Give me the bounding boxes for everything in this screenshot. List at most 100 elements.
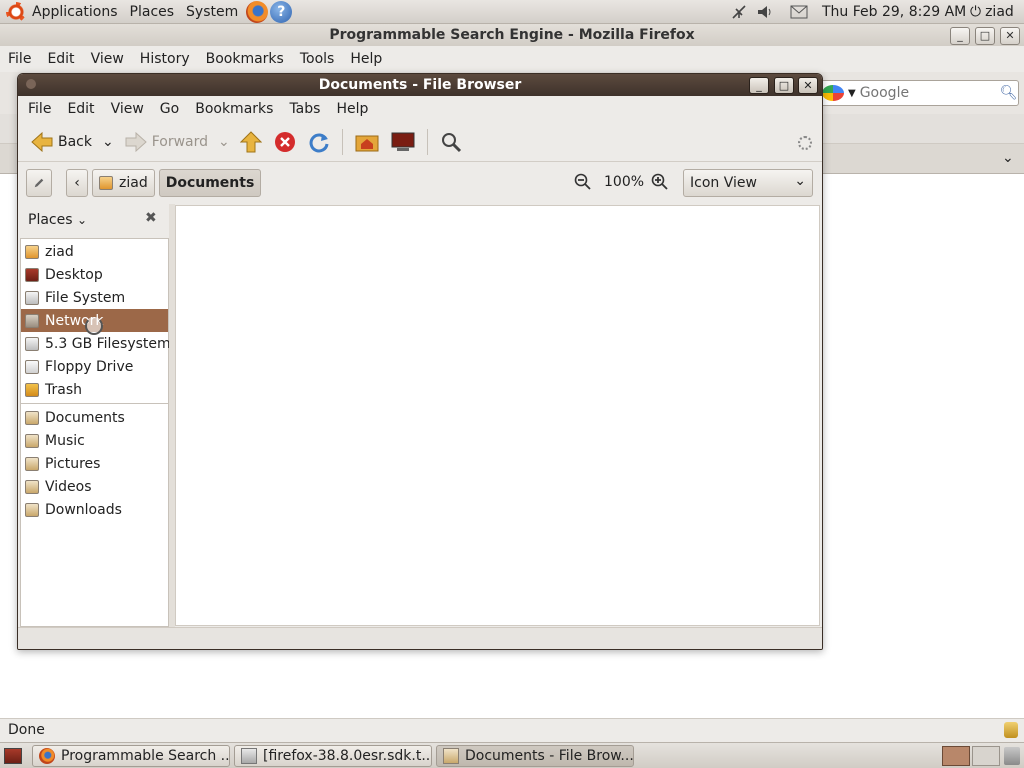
- place-item-5gb-filesystem[interactable]: 5.3 GB Filesystem: [21, 332, 171, 355]
- applications-menu[interactable]: Applications: [26, 0, 124, 24]
- firefox-status-text: Done: [8, 722, 45, 738]
- place-label: Trash: [45, 381, 82, 398]
- firefox-close-button[interactable]: ✕: [1000, 27, 1020, 45]
- search-magnifier-icon[interactable]: 🔍︎: [1000, 85, 1018, 101]
- bookmark-item-pictures[interactable]: Pictures: [21, 452, 168, 475]
- path-scroll-left-button[interactable]: ‹: [66, 169, 88, 197]
- place-item-floppy-drive[interactable]: Floppy Drive: [21, 355, 168, 378]
- desktop-icon: [25, 267, 39, 282]
- fb-menu-view[interactable]: View: [103, 101, 152, 117]
- google-engine-icon[interactable]: [822, 85, 844, 101]
- fb-menu-file[interactable]: File: [20, 101, 59, 117]
- volume-icon[interactable]: [756, 0, 774, 24]
- fb-maximize-button[interactable]: □: [774, 77, 794, 94]
- bookmark-item-documents[interactable]: Documents: [21, 406, 168, 429]
- zoom-out-button[interactable]: [574, 173, 592, 195]
- places-menu[interactable]: Places: [124, 0, 181, 24]
- search-button[interactable]: [434, 126, 468, 158]
- close-sidebar-icon[interactable]: ✖: [145, 210, 157, 226]
- tab-list-chevron-icon[interactable]: ⌄: [1002, 150, 1014, 166]
- firefox-maximize-button[interactable]: □: [975, 27, 995, 45]
- file-browser-title: Documents - File Browser: [318, 77, 522, 93]
- back-button[interactable]: Back: [24, 126, 98, 158]
- engine-dropdown-icon[interactable]: ▼: [848, 88, 856, 99]
- computer-button[interactable]: [385, 126, 421, 158]
- file-browser-titlebar[interactable]: Documents - File Browser: [18, 74, 822, 96]
- mail-icon[interactable]: [790, 0, 808, 24]
- top-panel: Applications Places System ? Thu Feb 29,…: [0, 0, 1024, 24]
- activity-throbber-icon: [798, 136, 812, 150]
- ff-menu-tools[interactable]: Tools: [292, 51, 343, 67]
- place-item-desktop[interactable]: Desktop: [21, 263, 168, 286]
- bookmark-item-downloads[interactable]: Downloads: [21, 498, 168, 521]
- zoom-in-button[interactable]: [651, 173, 669, 195]
- path-button-ziad[interactable]: ziad: [92, 169, 155, 197]
- home-folder-icon: [355, 135, 379, 151]
- sidebar-type-selector[interactable]: Places ⌄: [28, 212, 87, 228]
- file-browser-statusbar: [18, 627, 822, 649]
- bookmark-item-videos[interactable]: Videos: [21, 475, 168, 498]
- ff-menu-file[interactable]: File: [0, 51, 39, 67]
- firefox-titlebar: Programmable Search Engine - Mozilla Fir…: [0, 24, 1024, 46]
- stop-button[interactable]: [268, 126, 302, 158]
- firefox-launcher-icon[interactable]: [246, 0, 269, 23]
- forward-button[interactable]: Forward: [118, 126, 214, 158]
- system-menu[interactable]: System: [180, 0, 244, 24]
- window-menu-icon[interactable]: [26, 79, 36, 89]
- path-documents-label: Documents: [165, 175, 255, 191]
- reload-button[interactable]: [302, 126, 336, 158]
- trash-applet-icon[interactable]: [1004, 747, 1020, 765]
- bookmark-item-music[interactable]: Music: [21, 429, 168, 452]
- taskbar-label: [firefox-38.8.0esr.sdk.t...: [263, 747, 432, 764]
- user-name: ziad: [985, 4, 1014, 20]
- place-label: File System: [45, 289, 126, 306]
- firefox-minimize-button[interactable]: _: [950, 27, 970, 45]
- home-button[interactable]: [349, 126, 385, 158]
- computer-icon: [391, 132, 415, 151]
- user-menu[interactable]: ⏻ ziad: [970, 0, 1014, 24]
- fb-menu-tabs[interactable]: Tabs: [281, 101, 328, 117]
- google-search-box[interactable]: ▼ 🔍︎: [819, 80, 1019, 106]
- bookmark-label: Pictures: [45, 455, 101, 472]
- ff-menu-edit[interactable]: Edit: [39, 51, 82, 67]
- harddrive-icon: [25, 290, 39, 305]
- fb-minimize-button[interactable]: _: [749, 77, 769, 94]
- file-icon-view[interactable]: [175, 205, 820, 626]
- toggle-location-entry-button[interactable]: [26, 169, 52, 197]
- taskbar-item-firefox[interactable]: Programmable Search ...: [32, 744, 230, 767]
- google-search-input[interactable]: [859, 85, 1000, 101]
- place-item-ziad[interactable]: ziad: [21, 240, 168, 263]
- workspace-1[interactable]: [942, 746, 970, 766]
- fb-menu-go[interactable]: Go: [152, 101, 187, 117]
- workspace-2[interactable]: [972, 746, 1000, 766]
- ff-menu-view[interactable]: View: [83, 51, 132, 67]
- ff-menu-bookmarks[interactable]: Bookmarks: [198, 51, 292, 67]
- show-desktop-icon[interactable]: [4, 747, 22, 764]
- place-item-file-system[interactable]: File System: [21, 286, 168, 309]
- help-launcher-icon[interactable]: ?: [270, 0, 293, 23]
- view-mode-select[interactable]: Icon View ⌄: [683, 169, 813, 197]
- ff-menu-help[interactable]: Help: [342, 51, 390, 67]
- fb-menu-help[interactable]: Help: [328, 101, 376, 117]
- view-mode-label: Icon View: [690, 175, 757, 191]
- fb-close-button[interactable]: ✕: [798, 77, 818, 94]
- place-label: Floppy Drive: [45, 358, 134, 375]
- clock[interactable]: Thu Feb 29, 8:29 AM: [822, 0, 966, 24]
- ff-menu-history[interactable]: History: [132, 51, 198, 67]
- taskbar-item-file-browser[interactable]: Documents - File Brow...: [436, 744, 634, 767]
- fb-menu-bookmarks[interactable]: Bookmarks: [187, 101, 281, 117]
- zoom-in-icon: [651, 173, 668, 190]
- zoom-level[interactable]: 100%: [604, 174, 644, 190]
- network-status-icon[interactable]: [730, 0, 748, 24]
- sidebar-header: Places ⌄ ✖: [18, 204, 169, 236]
- place-item-trash[interactable]: Trash: [21, 378, 168, 401]
- zoom-out-icon: [574, 173, 591, 190]
- bottom-panel: Programmable Search ... [firefox-38.8.0e…: [0, 742, 1024, 768]
- forward-history-dropdown[interactable]: ⌄: [214, 126, 234, 158]
- back-history-dropdown[interactable]: ⌄: [98, 126, 118, 158]
- folder-icon: [443, 747, 459, 764]
- taskbar-item-archive[interactable]: [firefox-38.8.0esr.sdk.t...: [234, 744, 432, 767]
- path-button-documents[interactable]: Documents: [158, 169, 262, 197]
- fb-menu-edit[interactable]: Edit: [59, 101, 102, 117]
- up-button[interactable]: [234, 126, 268, 158]
